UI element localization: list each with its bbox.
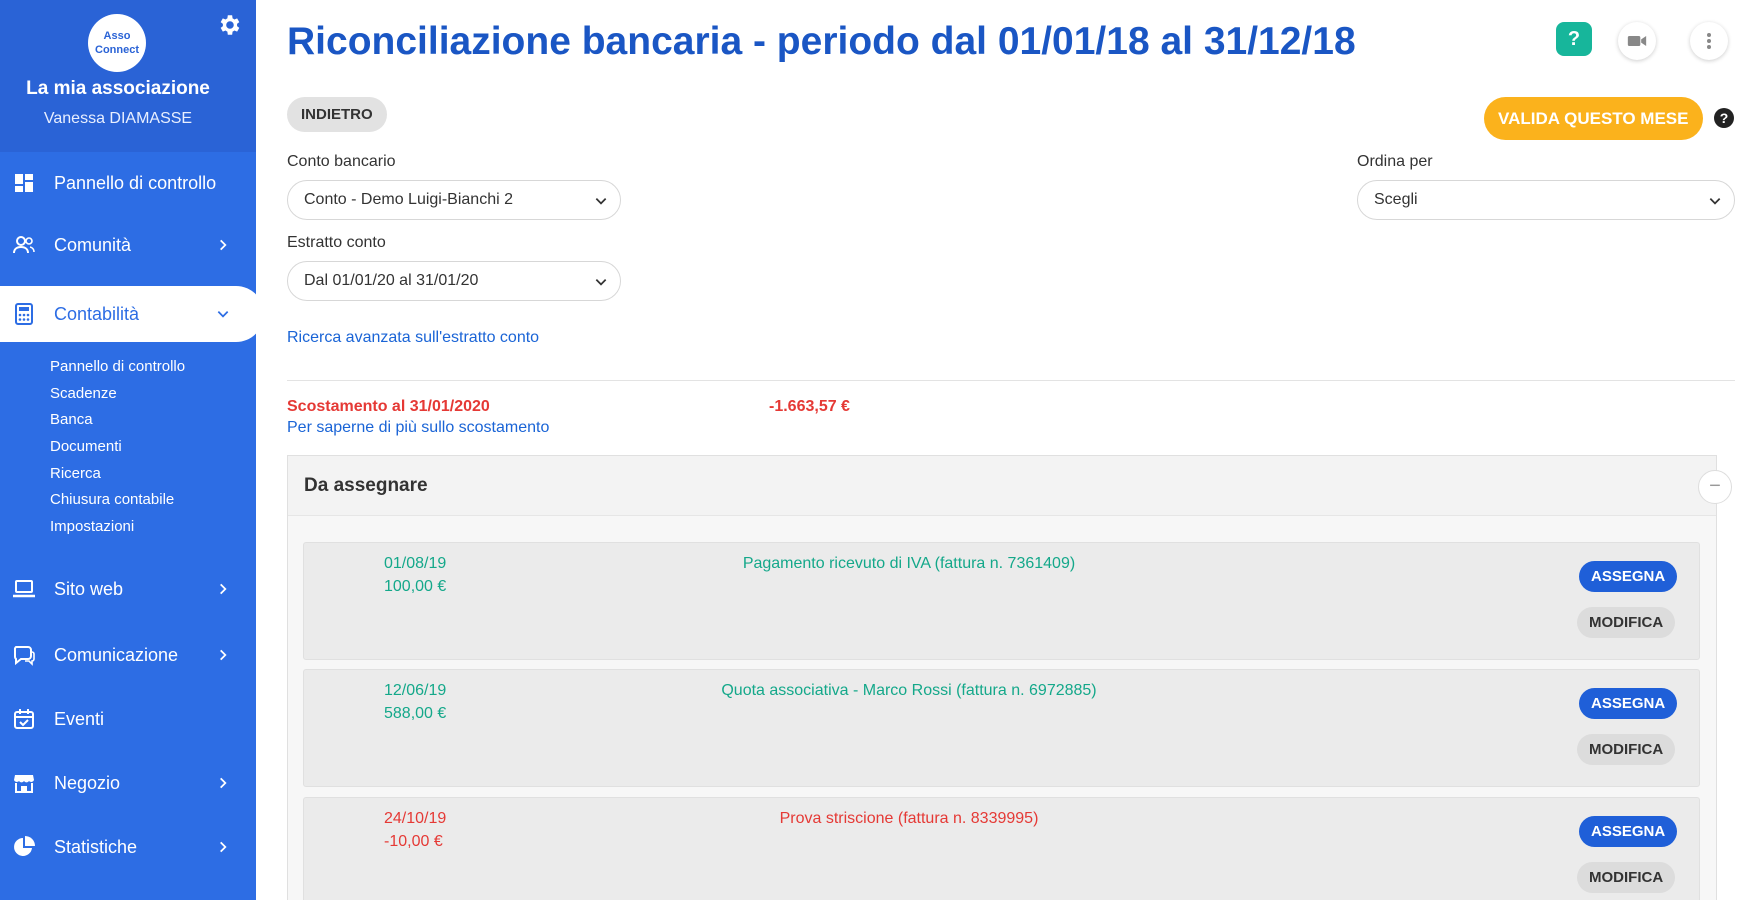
transaction-description: Prova striscione (fattura n. 8339995): [779, 810, 1039, 827]
subnav-item-settings[interactable]: Impostazioni: [50, 516, 250, 543]
nav-stats[interactable]: Statistiche: [0, 822, 256, 872]
assign-button[interactable]: ASSEGNA: [1579, 688, 1678, 719]
assign-button[interactable]: ASSEGNA: [1579, 816, 1678, 847]
chevron-right-icon: [220, 649, 227, 661]
transaction-row: 24/10/19 -10,00 € Prova striscione (fatt…: [303, 797, 1700, 900]
top-actions: ?: [1556, 22, 1736, 62]
sort-select[interactable]: Scegli: [1357, 180, 1735, 220]
chevron-right-icon: [220, 777, 227, 789]
pie-chart-icon: [14, 836, 35, 856]
dashboard-icon: [15, 174, 33, 192]
calendar-icon: [14, 709, 34, 729]
store-icon: [14, 775, 34, 793]
logo-line-2: Connect: [95, 44, 139, 56]
subnav-item-dashboard[interactable]: Pannello di controllo: [50, 356, 250, 383]
video-button[interactable]: [1618, 22, 1656, 60]
nav-dashboard-label: Pannello di controllo: [54, 172, 217, 193]
calculator-icon: [15, 303, 33, 325]
user-name: Vanessa DIAMASSE: [43, 110, 193, 127]
sidebar: Asso Connect La mia associazione Vanessa…: [0, 0, 256, 900]
nav-events-label: Eventi: [54, 708, 105, 729]
transaction-row: 01/08/19 100,00 € Pagamento ricevuto di …: [303, 542, 1700, 660]
transaction-row: 12/06/19 588,00 € Quota associativa - Ma…: [303, 669, 1700, 787]
nav-shop[interactable]: Negozio: [0, 758, 256, 808]
back-button[interactable]: INDIETRO: [287, 97, 387, 132]
sidebar-header: Asso Connect La mia associazione Vanessa…: [0, 0, 256, 152]
nav-community-label: Comunità: [54, 234, 132, 255]
panel-title: Da assegnare: [304, 475, 428, 496]
account-select-value: Conto - Demo Luigi-Bianchi 2: [304, 191, 513, 208]
chevron-down-icon: [595, 198, 607, 205]
subnav-item-deadlines[interactable]: Scadenze: [50, 383, 250, 410]
transaction-description: Pagamento ricevuto di IVA (fattura n. 73…: [742, 555, 1076, 572]
accounting-subnav: Pannello di controllo Scadenze Banca Doc…: [50, 356, 250, 543]
nav-stats-label: Statistiche: [54, 836, 138, 857]
account-select[interactable]: Conto - Demo Luigi-Bianchi 2: [287, 180, 621, 220]
gap-value: -1.663,57 €: [769, 398, 850, 415]
app: Asso Connect La mia associazione Vanessa…: [0, 0, 1748, 900]
validate-month-button[interactable]: VALIDA QUESTO MESE: [1484, 97, 1703, 140]
transaction-amount: -10,00 €: [384, 833, 443, 850]
nav-website[interactable]: Sito web: [0, 564, 256, 614]
more-options-button[interactable]: [1690, 22, 1728, 60]
laptop-icon: [13, 580, 35, 598]
chevron-right-icon: [220, 239, 227, 251]
video-camera-icon: [1627, 36, 1647, 46]
sort-label: Ordina per: [1357, 153, 1433, 170]
statement-label: Estratto conto: [287, 234, 386, 251]
chat-icon: [13, 646, 35, 666]
gear-icon[interactable]: [216, 12, 242, 38]
edit-button[interactable]: MODIFICA: [1577, 607, 1676, 638]
chevron-right-icon: [220, 583, 227, 595]
nav-dashboard[interactable]: Pannello di controllo: [0, 158, 256, 208]
nav-shop-label: Negozio: [54, 772, 121, 793]
panel-header: Da assegnare: [288, 456, 1716, 516]
nav-accounting[interactable]: Contabilità: [0, 286, 256, 342]
logo-line-1: Asso: [103, 30, 131, 42]
subnav-item-bank[interactable]: Banca: [50, 409, 250, 436]
subnav-item-search[interactable]: Ricerca: [50, 463, 250, 490]
validate-help-icon[interactable]: ?: [1714, 108, 1734, 128]
nav-communication-label: Comunicazione: [54, 644, 179, 665]
nav-accounting-label: Contabilità: [54, 303, 140, 324]
transaction-amount: 100,00 €: [384, 578, 447, 595]
chevron-down-icon: [217, 311, 229, 318]
chevron-right-icon: [220, 841, 227, 853]
nav-communication[interactable]: Comunicazione: [0, 630, 256, 680]
more-vertical-icon: [1707, 33, 1711, 49]
edit-button[interactable]: MODIFICA: [1577, 862, 1676, 893]
edit-button[interactable]: MODIFICA: [1577, 734, 1676, 765]
nav-events[interactable]: Eventi: [0, 694, 256, 744]
sort-select-value: Scegli: [1374, 191, 1418, 208]
nav-community[interactable]: Comunità: [0, 220, 256, 270]
gap-info-link[interactable]: Per saperne di più sullo scostamento: [287, 419, 549, 437]
page-title: Riconciliazione bancaria - periodo dal 0…: [287, 20, 1356, 63]
divider: [287, 380, 1735, 381]
help-button[interactable]: ?: [1556, 22, 1592, 56]
assign-button[interactable]: ASSEGNA: [1579, 561, 1678, 592]
transaction-description: Quota associativa - Marco Rossi (fattura…: [721, 682, 1097, 699]
people-icon: [13, 236, 35, 254]
statement-select-value: Dal 01/01/20 al 31/01/20: [304, 272, 479, 289]
unassigned-panel: Da assegnare − 01/08/19 100,00 € Pagamen…: [287, 455, 1732, 900]
statement-select[interactable]: Dal 01/01/20 al 31/01/20: [287, 261, 621, 301]
subnav-item-closing[interactable]: Chiusura contabile: [50, 489, 250, 516]
nav-website-label: Sito web: [54, 578, 124, 599]
chevron-down-icon: [1709, 198, 1721, 205]
collapse-button[interactable]: −: [1698, 470, 1732, 504]
organization-name: La mia associazione: [26, 78, 210, 99]
gap-label: Scostamento al 31/01/2020: [287, 398, 490, 415]
advanced-search-link[interactable]: Ricerca avanzata sull'estratto conto: [287, 329, 539, 347]
main-content: Riconciliazione bancaria - periodo dal 0…: [287, 0, 1737, 900]
asso-connect-logo[interactable]: Asso Connect: [88, 14, 146, 72]
transaction-amount: 588,00 €: [384, 705, 447, 722]
chevron-down-icon: [595, 279, 607, 286]
account-label: Conto bancario: [287, 153, 396, 170]
subnav-item-documents[interactable]: Documenti: [50, 436, 250, 463]
